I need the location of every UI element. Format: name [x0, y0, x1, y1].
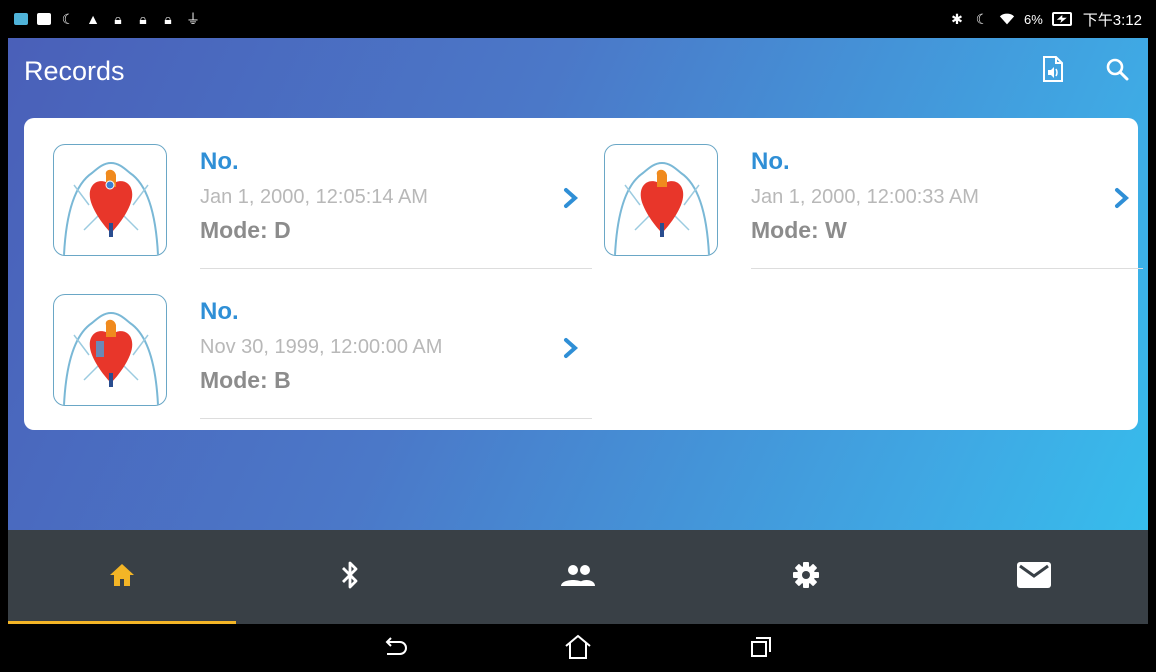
heart-thumbnail [53, 144, 167, 256]
heart-thumbnail [604, 144, 718, 256]
tab-settings[interactable] [692, 530, 920, 624]
plug-icon: ⏚ [186, 11, 200, 27]
tab-home[interactable] [8, 530, 236, 624]
record-mode: Mode: D [200, 217, 291, 243]
mail-icon [1016, 561, 1052, 594]
back-icon [382, 636, 408, 663]
status-bar: ☾ ▲ 🔒︎ 🔒︎ 🔒︎ ⏚ ✱ ☾ 6% 下午3:12 [8, 0, 1148, 38]
lock-icon: 🔒︎ [139, 11, 147, 27]
record-item[interactable]: No. Jan 1, 2000, 12:05:14 AM Mode: D [40, 118, 592, 269]
record-mode: Mode: B [200, 367, 291, 393]
record-mode: Mode: W [751, 217, 847, 243]
record-number: No. [200, 148, 239, 175]
record-item[interactable]: No. Nov 30, 1999, 12:00:00 AM Mode: B [40, 268, 592, 419]
record-text: No. Nov 30, 1999, 12:00:00 AM Mode: B [200, 298, 560, 394]
record-item[interactable]: No. Jan 1, 2000, 12:00:33 AM Mode: W [591, 118, 1143, 269]
lock-icon: 🔒︎ [164, 11, 172, 27]
wifi-icon [999, 12, 1015, 26]
divider [200, 418, 592, 419]
page-title: Records [24, 55, 125, 86]
battery-charging-icon [1051, 12, 1072, 26]
chevron-right-icon [1111, 186, 1133, 210]
divider [751, 268, 1143, 269]
app-notification-icon [14, 13, 28, 25]
system-status: ✱ ☾ 6% 下午3:12 [949, 9, 1142, 30]
top-app-bar: Records [8, 38, 1148, 104]
bluetooth-icon [340, 560, 360, 595]
back-button[interactable] [380, 634, 410, 664]
tab-people[interactable] [464, 530, 692, 624]
search-button[interactable] [1100, 54, 1134, 88]
moon-status-icon: ☾ [975, 11, 989, 27]
moon-icon: ☾ [61, 11, 75, 27]
clock: 下午3:12 [1082, 11, 1142, 29]
app-screen: ☾ ▲ 🔒︎ 🔒︎ 🔒︎ ⏚ ✱ ☾ 6% 下午3:12 Records No.… [8, 0, 1148, 672]
bottom-navigation [8, 530, 1148, 624]
image-notification-icon [37, 13, 51, 25]
record-text: No. Jan 1, 2000, 12:00:33 AM Mode: W [751, 148, 1111, 244]
home-icon [109, 563, 135, 592]
audio-file-icon [1042, 55, 1064, 87]
app-bar-actions [1036, 54, 1134, 88]
recent-apps-icon [749, 635, 773, 664]
bluetooth-status-icon: ✱ [951, 11, 963, 27]
search-icon [1105, 57, 1129, 86]
record-date: Jan 1, 2000, 12:05:14 AM [200, 186, 428, 208]
record-text: No. Jan 1, 2000, 12:05:14 AM Mode: D [200, 148, 560, 244]
chevron-right-icon [560, 186, 582, 210]
tab-bluetooth[interactable] [236, 530, 464, 624]
lock-icon: 🔒︎ [114, 11, 122, 27]
heart-thumbnail [53, 294, 167, 406]
gear-icon [792, 561, 820, 594]
system-navigation-bar [8, 624, 1148, 672]
people-icon [560, 563, 596, 592]
notification-icons: ☾ ▲ 🔒︎ 🔒︎ 🔒︎ ⏚ [14, 12, 201, 26]
record-date: Nov 30, 1999, 12:00:00 AM [200, 336, 443, 358]
record-number: No. [200, 298, 239, 325]
record-date: Jan 1, 2000, 12:00:33 AM [751, 186, 979, 208]
record-number: No. [751, 148, 790, 175]
tab-mail[interactable] [920, 530, 1148, 624]
home-button[interactable] [563, 634, 593, 664]
battery-percent: 6% [1024, 11, 1043, 27]
records-list: No. Jan 1, 2000, 12:05:14 AM Mode: D No.… [24, 118, 1143, 430]
home-outline-icon [564, 634, 592, 665]
recent-apps-button[interactable] [746, 634, 776, 664]
chevron-right-icon [560, 336, 582, 360]
warning-icon: ▲ [86, 11, 100, 27]
audio-file-button[interactable] [1036, 54, 1070, 88]
